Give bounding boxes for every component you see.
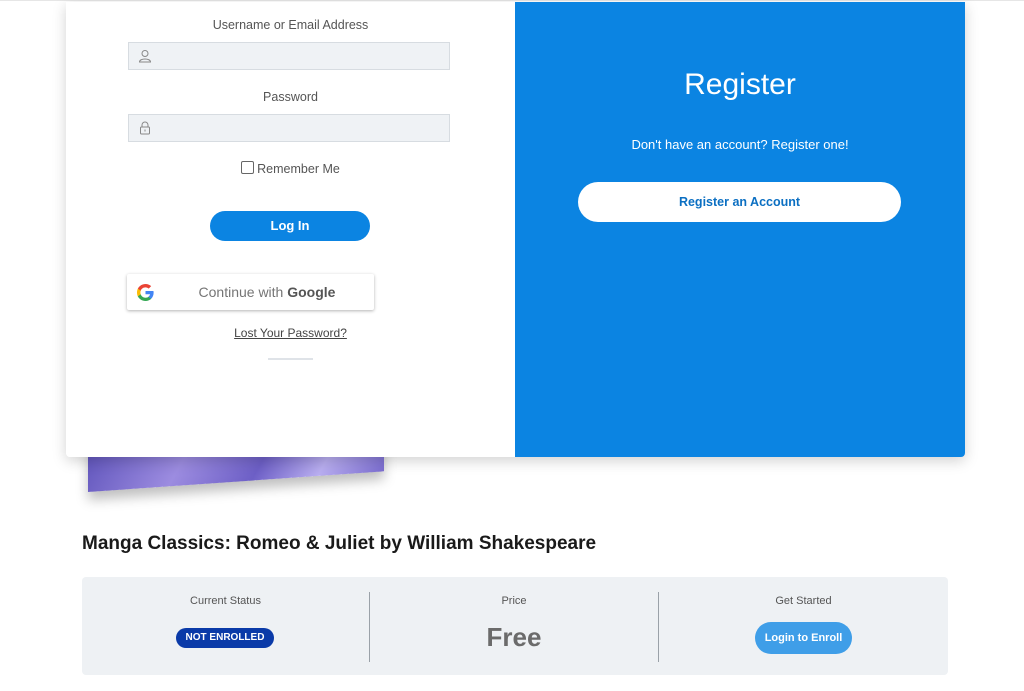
price-label: Price <box>501 595 527 607</box>
register-pane: Register Don't have an account? Register… <box>515 2 965 457</box>
register-title: Register <box>684 68 796 101</box>
top-border <box>0 0 1024 1</box>
login-to-enroll-button[interactable]: Login to Enroll <box>755 622 852 654</box>
register-account-button[interactable]: Register an Account <box>578 182 901 222</box>
google-brand: Google <box>287 284 336 300</box>
password-label: Password <box>263 90 318 104</box>
password-input[interactable] <box>159 115 448 143</box>
get-started-label: Get Started <box>775 595 832 607</box>
google-login-button[interactable]: Continue with Google <box>127 274 374 310</box>
divider <box>268 358 313 360</box>
price-column: Price Free <box>370 577 658 675</box>
google-icon <box>137 284 154 301</box>
remember-me: Remember Me <box>66 161 515 176</box>
remember-me-label: Remember Me <box>257 162 340 176</box>
login-pane: Username or Email Address Password Remem… <box>66 2 515 457</box>
google-prefix: Continue with <box>198 284 288 300</box>
register-text: Don't have an account? Register one! <box>631 137 849 152</box>
user-icon <box>138 50 152 63</box>
username-field[interactable] <box>128 42 450 71</box>
get-started-column: Get Started Login to Enroll <box>659 577 948 675</box>
status-column: Current Status NOT ENROLLED <box>82 577 369 675</box>
password-field[interactable] <box>128 114 450 143</box>
login-modal: Username or Email Address Password Remem… <box>66 2 965 457</box>
username-input[interactable] <box>159 43 448 71</box>
course-status-box: Current Status NOT ENROLLED Price Free G… <box>82 577 948 675</box>
remember-me-checkbox[interactable] <box>241 161 255 174</box>
google-button-label: Continue with Google <box>167 274 367 310</box>
lock-icon <box>140 121 150 135</box>
lost-password-link[interactable]: Lost Your Password? <box>66 326 515 340</box>
status-badge: NOT ENROLLED <box>176 628 274 648</box>
course-title: Manga Classics: Romeo & Juliet by Willia… <box>82 533 597 554</box>
login-button[interactable]: Log In <box>210 211 370 241</box>
price-value: Free <box>486 622 542 652</box>
current-status-label: Current Status <box>190 595 261 607</box>
username-label: Username or Email Address <box>212 18 369 32</box>
